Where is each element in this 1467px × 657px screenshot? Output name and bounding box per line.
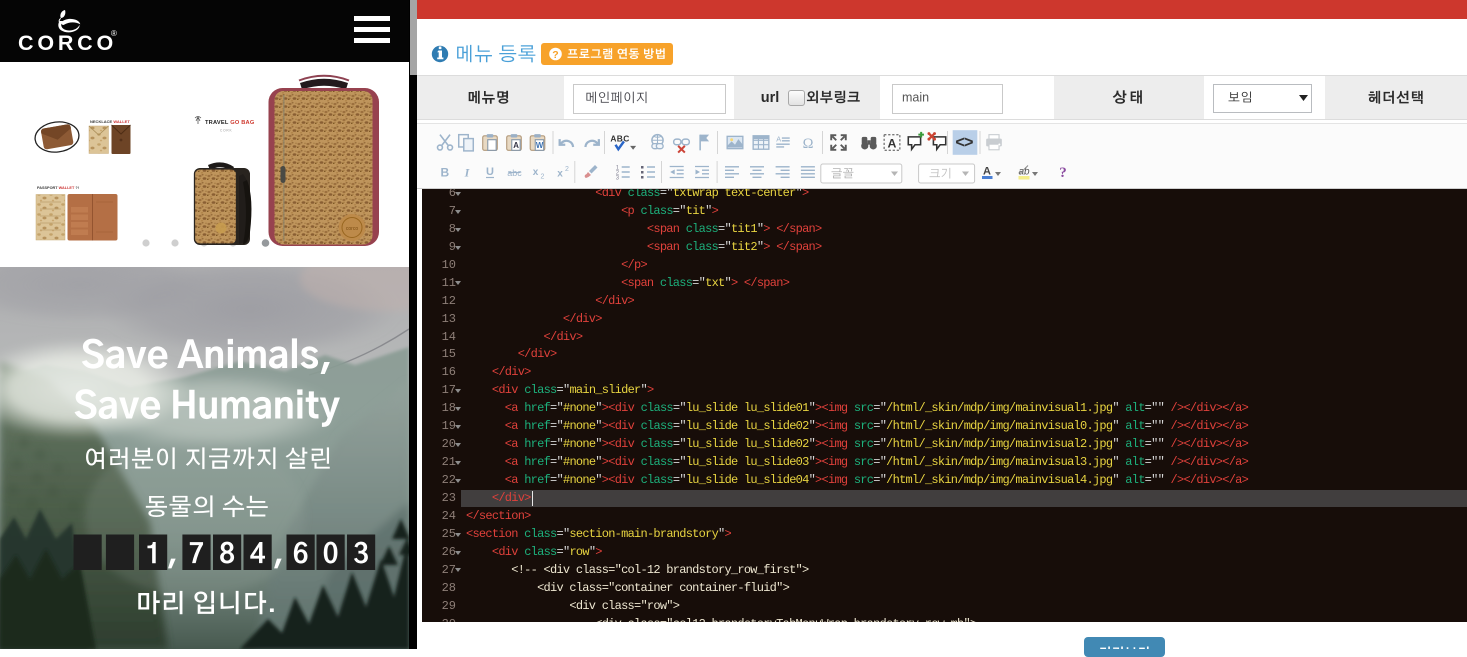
svg-text:TRAVEL GO BAG: TRAVEL GO BAG bbox=[205, 120, 255, 126]
svg-text:?: ? bbox=[552, 49, 558, 61]
svg-text:?: ? bbox=[1059, 165, 1067, 181]
svg-text:corco: corco bbox=[346, 226, 358, 232]
svg-text:x: x bbox=[557, 168, 563, 179]
svg-text:U: U bbox=[486, 166, 494, 178]
svg-text:<>: <> bbox=[955, 133, 973, 152]
svg-text:2: 2 bbox=[541, 173, 545, 180]
svg-text:A: A bbox=[513, 141, 519, 150]
svg-text:I: I bbox=[464, 165, 471, 179]
svg-text:ab: ab bbox=[1018, 166, 1030, 177]
svg-text:CORK: CORK bbox=[220, 129, 232, 133]
svg-text:ABC: ABC bbox=[610, 133, 629, 143]
svg-text:main: main bbox=[902, 91, 929, 105]
svg-text:A: A bbox=[888, 136, 897, 150]
svg-text:NECKLACE WALLET: NECKLACE WALLET bbox=[90, 119, 130, 124]
svg-text:x: x bbox=[533, 167, 539, 178]
svg-text:A: A bbox=[776, 134, 781, 143]
svg-text:A: A bbox=[983, 165, 991, 177]
svg-text:Ω: Ω bbox=[803, 136, 814, 152]
svg-text:W: W bbox=[536, 141, 544, 150]
svg-text:3: 3 bbox=[616, 175, 620, 181]
svg-text:url: url bbox=[761, 90, 780, 106]
svg-text:B: B bbox=[440, 165, 449, 179]
svg-text:2: 2 bbox=[565, 166, 569, 173]
svg-text:PASSPORT WALLET ?!: PASSPORT WALLET ?! bbox=[37, 186, 79, 190]
